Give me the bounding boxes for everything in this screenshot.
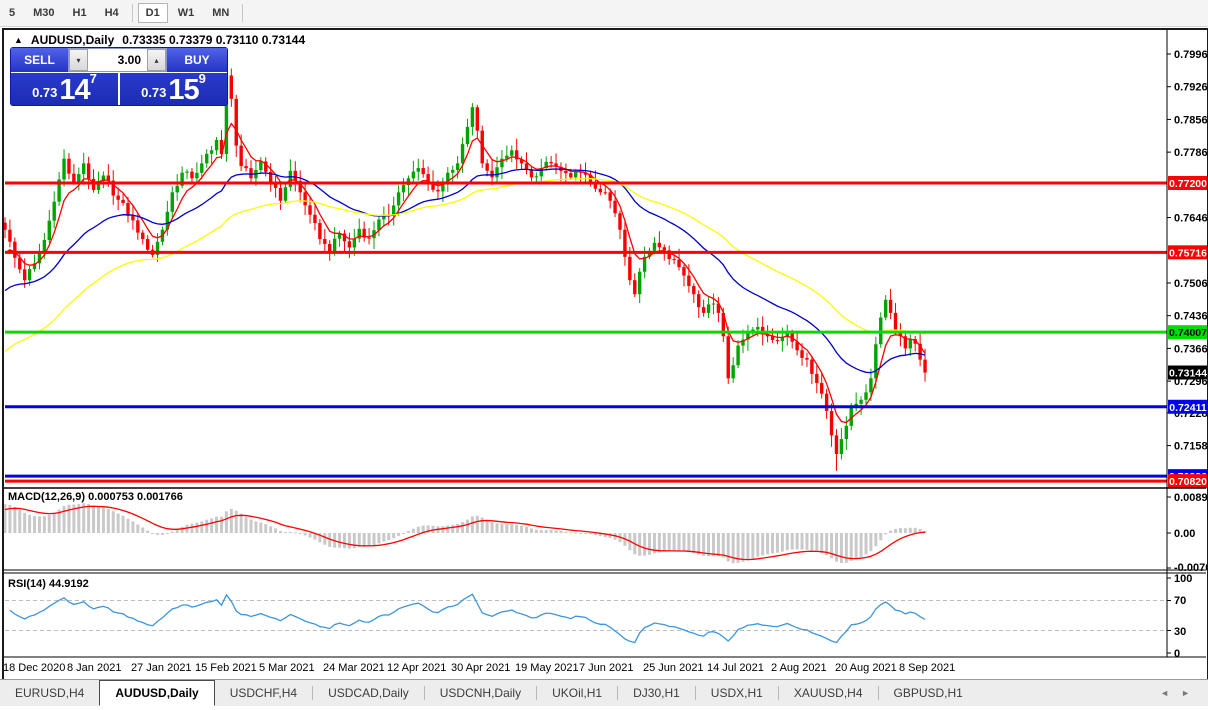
buy-button[interactable]: BUY (167, 48, 227, 72)
timeframe-button-d1[interactable]: D1 (138, 3, 168, 23)
svg-text:30: 30 (1174, 626, 1186, 638)
svg-text:27 Jan 2021: 27 Jan 2021 (131, 662, 192, 674)
svg-text:0.00: 0.00 (1174, 528, 1195, 540)
chart-tab-ukoil[interactable]: UKOil,H1 (537, 680, 617, 706)
svg-text:RSI(14) 44.9192: RSI(14) 44.9192 (8, 578, 89, 590)
chart-tab-bar: EURUSD,H4AUDUSD,DailyUSDCHF,H4USDCAD,Dai… (0, 679, 1208, 706)
svg-text:12 Apr 2021: 12 Apr 2021 (387, 662, 446, 674)
volume-decrease-button[interactable]: ▾ (69, 49, 88, 71)
chart-ohlc-values: 0.73335 0.73379 0.73110 0.73144 (122, 33, 305, 47)
one-click-trading-panel: SELL ▾ 3.00 ▴ BUY 0.73 14 7 0.73 15 9 (10, 47, 228, 106)
svg-text:0.70820: 0.70820 (1169, 476, 1207, 488)
toolbar-separator (132, 4, 133, 22)
timeframe-button-w1[interactable]: W1 (170, 3, 203, 23)
svg-text:15 Feb 2021: 15 Feb 2021 (195, 662, 257, 674)
macd-pane: MACD(12,26,9) 0.000753 0.001766 0.008904 0… (4, 491, 1208, 574)
svg-text:100: 100 (1174, 573, 1192, 585)
svg-text:70: 70 (1174, 595, 1186, 607)
tab-scroll-right-icon[interactable]: ► (1181, 688, 1190, 698)
price-chart[interactable]: 0.79960 0.79260 0.78560 0.77860 0.76460 0.750… (0, 0, 1208, 710)
buy-price-big: 15 (168, 77, 198, 103)
svg-text:0.75716: 0.75716 (1169, 247, 1207, 259)
svg-text:0.73660: 0.73660 (1174, 343, 1208, 355)
svg-text:0.75060: 0.75060 (1174, 278, 1208, 290)
rsi-pane: RSI(14) 44.9192 100 70 30 0 (5, 573, 1192, 660)
sell-price-big: 14 (59, 77, 89, 103)
pane-separators (2, 488, 1206, 657)
chart-header: ▲ AUDUSD,Daily 0.73335 0.73379 0.73110 0… (14, 33, 305, 47)
svg-text:0.73144: 0.73144 (1169, 368, 1207, 380)
svg-text:0.76460: 0.76460 (1174, 213, 1208, 225)
timeframe-button-mn[interactable]: MN (204, 3, 237, 23)
svg-text:MACD(12,26,9) 0.000753 0.00176: MACD(12,26,9) 0.000753 0.001766 (8, 491, 183, 503)
tab-scroll-left-icon[interactable]: ◄ (1160, 688, 1169, 698)
svg-text:14 Jul 2021: 14 Jul 2021 (707, 662, 764, 674)
chart-tab-usdchf[interactable]: USDCHF,H4 (215, 680, 312, 706)
svg-text:30 Apr 2021: 30 Apr 2021 (451, 662, 510, 674)
ma-fast-line (5, 124, 925, 423)
svg-text:0: 0 (1174, 648, 1180, 660)
svg-text:0.72411: 0.72411 (1169, 402, 1207, 414)
svg-text:8 Sep 2021: 8 Sep 2021 (899, 662, 955, 674)
timeframe-toolbar: 5M30H1H4 D1W1MN (0, 0, 1208, 27)
svg-text:0.79960: 0.79960 (1174, 49, 1208, 61)
svg-text:24 Mar 2021: 24 Mar 2021 (323, 662, 385, 674)
sell-button[interactable]: SELL (11, 48, 68, 72)
timeframe-button-m30[interactable]: M30 (25, 3, 62, 23)
buy-price-sup: 9 (199, 64, 206, 94)
sell-price-small: 0.73 (32, 83, 57, 103)
chart-tab-gbpusd[interactable]: GBPUSD,H1 (879, 680, 978, 706)
svg-text:25 Jun 2021: 25 Jun 2021 (643, 662, 704, 674)
trade-panel-prices: 0.73 14 7 0.73 15 9 (11, 73, 227, 105)
collapse-trade-panel-icon[interactable]: ▲ (14, 35, 23, 45)
volume-increase-button[interactable]: ▴ (147, 49, 166, 71)
timeframe-button-h4[interactable]: H4 (97, 3, 127, 23)
svg-text:0.74360: 0.74360 (1174, 311, 1208, 323)
sell-price-sup: 7 (90, 64, 97, 94)
chart-tab-xauusd[interactable]: XAUUSD,H4 (779, 680, 878, 706)
svg-text:20 Aug 2021: 20 Aug 2021 (835, 662, 897, 674)
date-axis: 18 Dec 20208 Jan 2021 27 Jan 202115 Feb 2… (3, 662, 955, 674)
svg-text:8 Jan 2021: 8 Jan 2021 (67, 662, 121, 674)
volume-stepper: ▾ 3.00 ▴ (68, 48, 167, 72)
buy-price-small: 0.73 (141, 83, 166, 103)
chart-tab-dj30[interactable]: DJ30,H1 (618, 680, 695, 706)
timeframe-button-5[interactable]: 5 (1, 3, 23, 23)
svg-text:0.71580: 0.71580 (1174, 441, 1208, 453)
svg-text:7 Jun 2021: 7 Jun 2021 (579, 662, 633, 674)
svg-text:0.79260: 0.79260 (1174, 82, 1208, 94)
chart-tab-usdcnh[interactable]: USDCNH,Daily (425, 680, 536, 706)
svg-text:0.78560: 0.78560 (1174, 114, 1208, 126)
timeframe-button-h1[interactable]: H1 (65, 3, 95, 23)
tab-scroll-arrows: ◄ ► (1160, 680, 1190, 706)
chart-tab-audusd[interactable]: AUDUSD,Daily (99, 680, 214, 706)
chart-symbol-label: AUDUSD,Daily (31, 33, 114, 47)
chart-tab-eurusd[interactable]: EURUSD,H4 (0, 680, 99, 706)
buy-price[interactable]: 0.73 15 9 (120, 73, 227, 105)
svg-text:0.77200: 0.77200 (1169, 178, 1207, 190)
horizontal-level-lines (5, 183, 1167, 481)
svg-text:2 Aug 2021: 2 Aug 2021 (771, 662, 827, 674)
svg-text:18 Dec 2020: 18 Dec 2020 (3, 662, 65, 674)
svg-text:19 May 2021: 19 May 2021 (515, 662, 579, 674)
chart-tab-usdx[interactable]: USDX,H1 (696, 680, 778, 706)
toolbar-separator (242, 4, 243, 22)
svg-text:0.74007: 0.74007 (1169, 327, 1207, 339)
svg-text:0.008904: 0.008904 (1174, 492, 1208, 504)
svg-text:0.77860: 0.77860 (1174, 147, 1208, 159)
sell-price[interactable]: 0.73 14 7 (11, 73, 120, 105)
trade-panel-top-row: SELL ▾ 3.00 ▴ BUY (11, 48, 227, 73)
chart-tab-usdcad[interactable]: USDCAD,Daily (313, 680, 424, 706)
candles (3, 54, 926, 471)
svg-text:5 Mar 2021: 5 Mar 2021 (259, 662, 315, 674)
